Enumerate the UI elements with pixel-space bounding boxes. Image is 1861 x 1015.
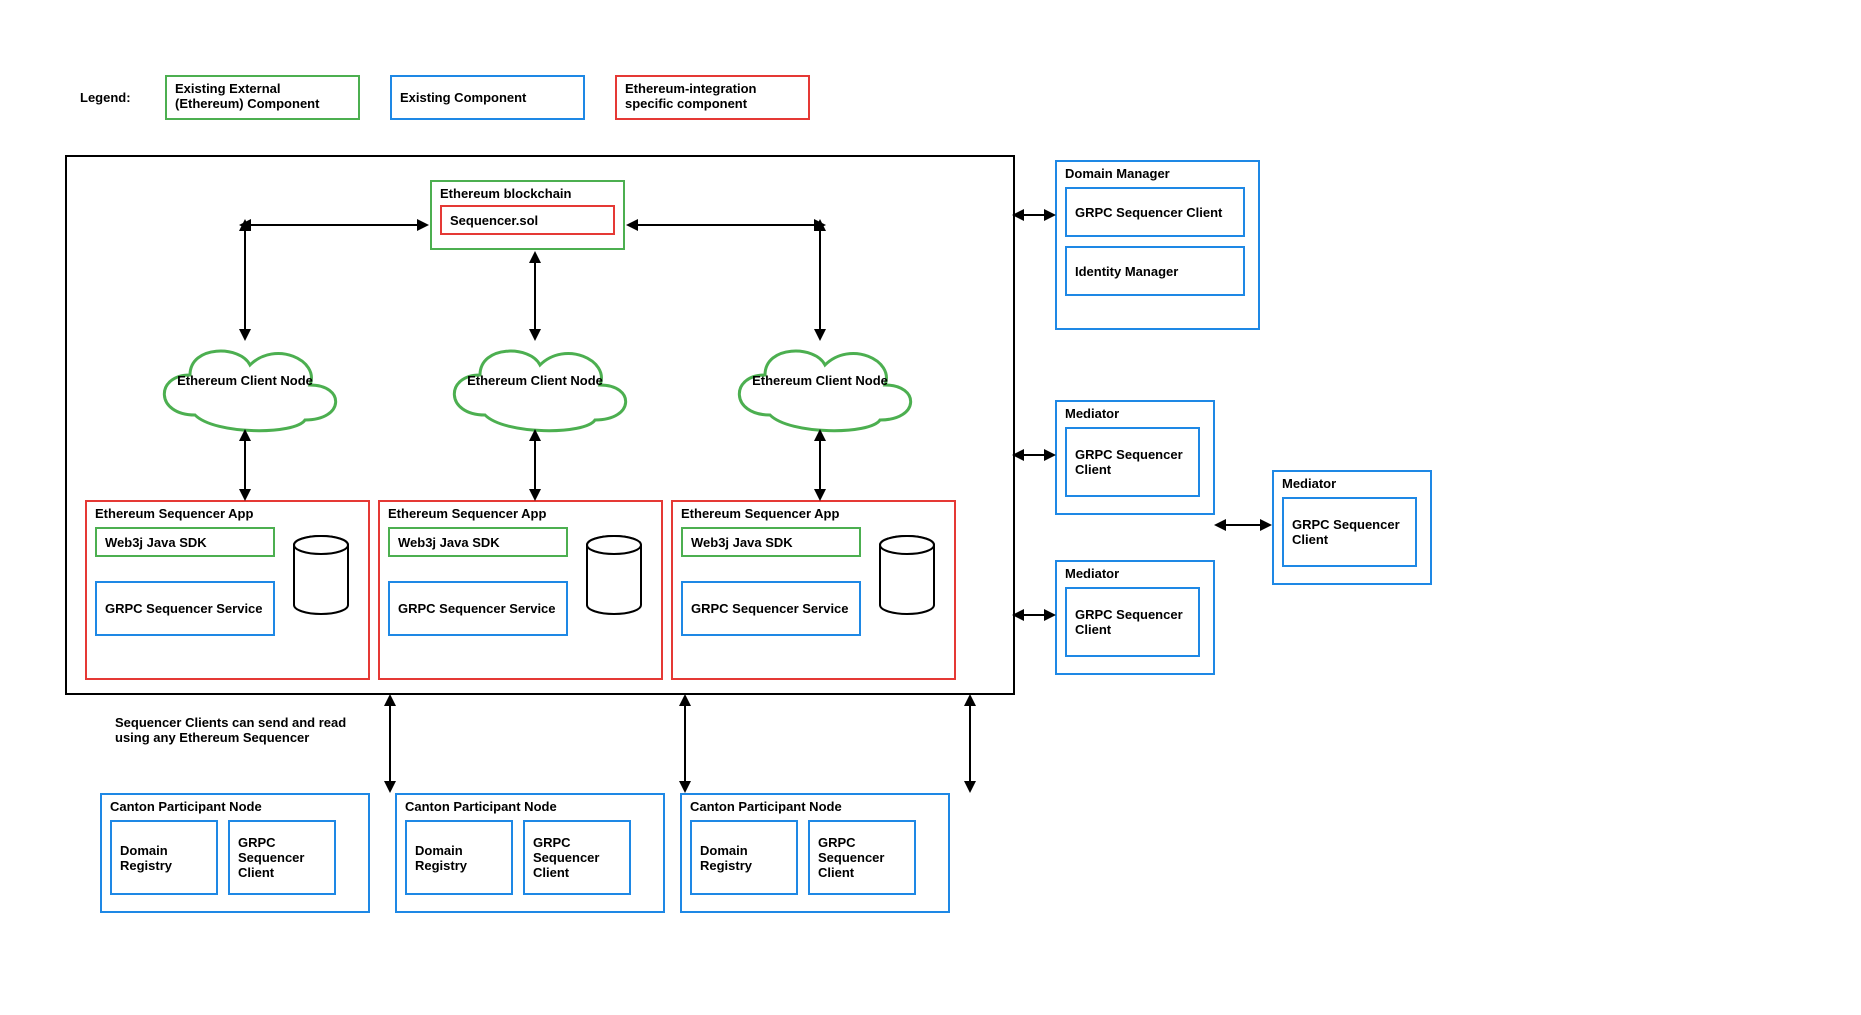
- arrows-layer: [20, 35, 1520, 995]
- diagram-canvas: Legend: Existing External (Ethereum) Com…: [20, 35, 1520, 995]
